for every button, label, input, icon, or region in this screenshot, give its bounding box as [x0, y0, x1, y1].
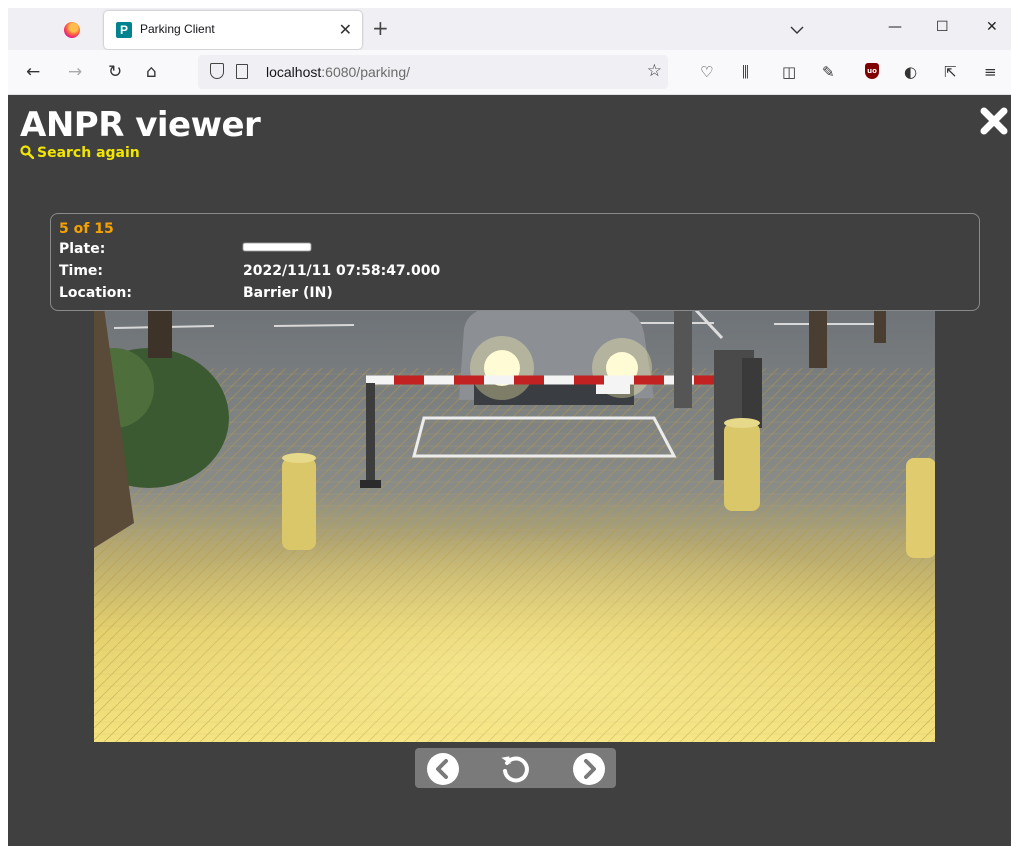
page-title: ANPR viewer — [20, 105, 261, 145]
rotate-ccw-icon[interactable] — [499, 753, 531, 785]
page-content: ANPR viewer Search again 5 of 15 Plate: … — [8, 95, 1011, 846]
location-value: Barrier (IN) — [243, 285, 333, 301]
tab-title: Parking Client — [140, 22, 215, 36]
chevron-right-circle-icon[interactable] — [573, 753, 605, 785]
parking-favicon-icon: P — [116, 22, 132, 38]
image-navigation-bar — [415, 748, 616, 788]
search-icon — [20, 145, 35, 160]
tab-bar: P Parking Client ✕ + — ☐ ✕ — [8, 8, 1011, 50]
window-close-icon[interactable]: ✕ — [986, 19, 998, 35]
home-icon[interactable]: ⌂ — [146, 63, 157, 81]
reload-icon[interactable]: ↻ — [108, 63, 122, 81]
camera-image — [94, 308, 935, 742]
new-tab-plus-icon[interactable]: + — [372, 18, 389, 38]
time-label: Time: — [59, 263, 104, 279]
ublock-icon[interactable]: uo — [865, 63, 879, 79]
time-value: 2022/11/11 07:58:47.000 — [243, 263, 441, 279]
sidebar-icon[interactable]: ◫ — [782, 63, 796, 81]
plate-value-redacted — [243, 243, 311, 251]
page-info-icon[interactable] — [236, 64, 248, 79]
search-again-link[interactable]: Search again — [20, 145, 140, 161]
search-again-label: Search again — [37, 145, 140, 161]
menu-icon[interactable]: ≡ — [984, 63, 997, 81]
minimize-icon[interactable]: — — [888, 19, 902, 35]
navigation-toolbar: ← → ↻ ⌂ localhost:6080/parking/ ☆ ♡ ⫼ ◫ … — [8, 50, 1011, 95]
plate-label: Plate: — [59, 241, 106, 257]
bookmark-star-icon[interactable]: ☆ — [647, 61, 662, 81]
url-text[interactable]: localhost:6080/parking/ — [266, 64, 410, 80]
location-label: Location: — [59, 285, 132, 301]
library-icon[interactable]: ⫼ — [742, 63, 749, 81]
tab-close-icon[interactable]: ✕ — [339, 20, 352, 39]
firefox-logo-icon[interactable] — [64, 22, 80, 38]
privacy-icon[interactable]: ◐ — [904, 63, 917, 81]
record-info-panel: 5 of 15 Plate: Time: 2022/11/11 07:58:47… — [50, 213, 980, 311]
share-icon[interactable]: ⇱ — [944, 63, 957, 81]
forward-icon[interactable]: → — [68, 63, 82, 81]
maximize-icon[interactable]: ☐ — [936, 19, 949, 35]
pocket-icon[interactable]: ♡ — [700, 63, 713, 81]
tracking-shield-icon[interactable] — [210, 63, 224, 79]
close-icon[interactable] — [978, 105, 1010, 137]
extension-icon[interactable]: ✎ — [822, 63, 835, 81]
tab-list-chevron-down-icon[interactable] — [790, 20, 804, 39]
url-bar[interactable]: localhost:6080/parking/ ☆ — [198, 55, 668, 89]
record-counter: 5 of 15 — [59, 221, 114, 237]
tab-parking-client[interactable]: P Parking Client ✕ — [104, 11, 362, 49]
chevron-left-circle-icon[interactable] — [427, 753, 459, 785]
back-icon[interactable]: ← — [26, 63, 40, 81]
